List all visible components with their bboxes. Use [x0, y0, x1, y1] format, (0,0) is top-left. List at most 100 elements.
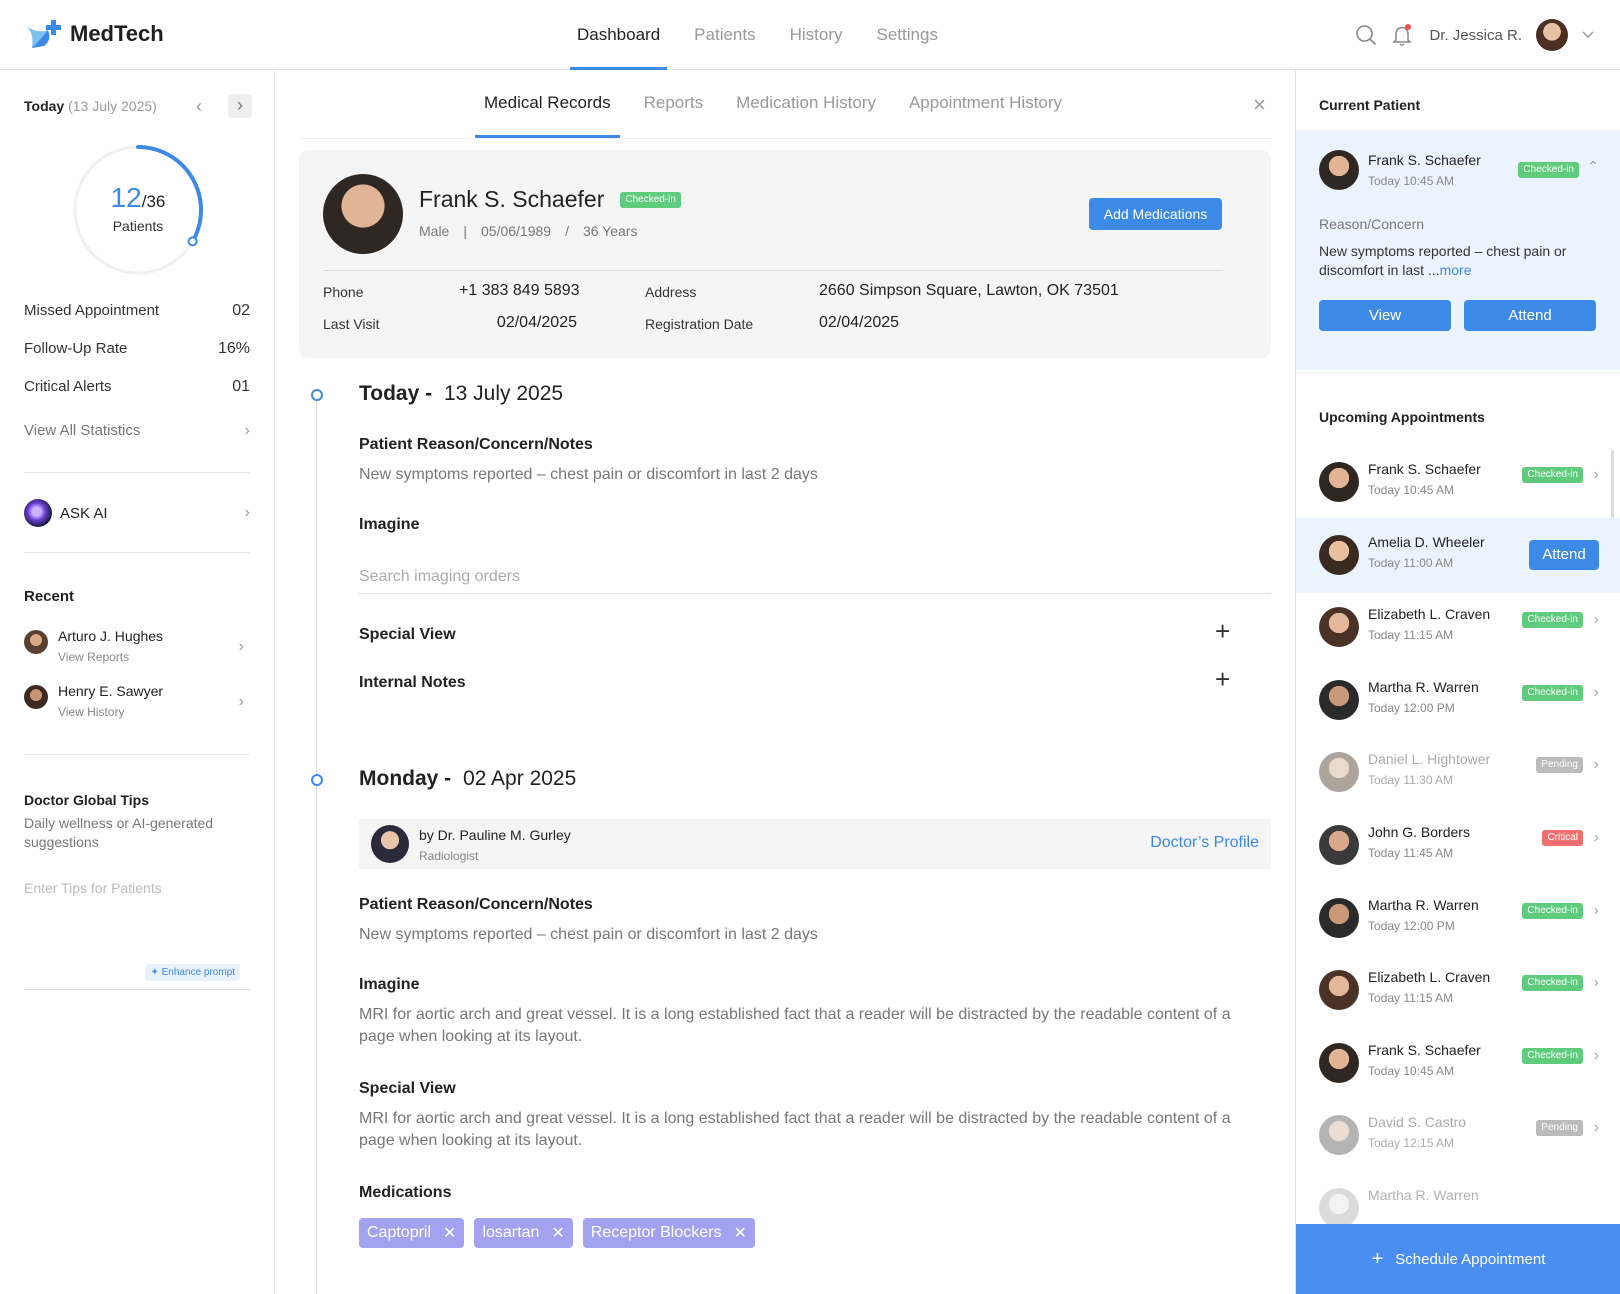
appointment-name: David S. Castro	[1368, 1114, 1467, 1131]
status-badge: Critical	[1542, 830, 1583, 846]
more-link[interactable]: more	[1440, 262, 1472, 278]
remove-icon[interactable]: ✕	[443, 1223, 456, 1243]
avatar	[1319, 462, 1359, 502]
avatar	[1319, 534, 1359, 575]
tips-title: Doctor Global Tips	[24, 792, 149, 808]
past-section-header: Monday - 02 Apr 2025	[359, 767, 576, 791]
view-button[interactable]: View	[1319, 300, 1451, 331]
appointment-row[interactable]: Frank S. Schaefer Today 10:45 AM Checked-i…	[1296, 445, 1620, 520]
avatar	[1319, 897, 1359, 938]
view-all-statistics-link[interactable]: View All Statistics ›	[24, 422, 250, 440]
appointment-row[interactable]: Amelia D. Wheeler Today 11:00 AM Attend	[1296, 517, 1620, 593]
patient-name-row: Frank S. Schaefer Checked-in	[419, 186, 681, 213]
enhance-label: Enhance prompt	[161, 967, 235, 978]
add-special-view-icon[interactable]: +	[1215, 618, 1230, 644]
medication-tag: Captopril ✕	[359, 1218, 465, 1248]
appointment-row[interactable]: Martha R. Warren Today 12:00 PM Checked-in…	[1296, 663, 1620, 738]
last-visit-label: Last Visit	[323, 316, 380, 332]
prev-day-icon[interactable]: ‹	[196, 96, 202, 117]
current-patient-title: Current Patient	[1319, 97, 1421, 113]
tab-appointment-history[interactable]: Appointment History	[900, 70, 1071, 138]
appointment-time: Today 11:15 AM	[1368, 991, 1454, 1006]
top-bar: MedTech Dashboard Patients History Setti…	[0, 0, 1620, 70]
next-day-icon[interactable]: ›	[228, 94, 252, 118]
medication-name: Captopril	[367, 1224, 432, 1241]
internal-notes-title: Internal Notes	[359, 674, 466, 691]
avatar	[1319, 1188, 1359, 1228]
close-icon[interactable]: ×	[1253, 92, 1266, 118]
reason-label: Reason/Concern	[1319, 216, 1425, 232]
record-tabs: Medical Records Reports Medication Histo…	[475, 70, 1086, 138]
attend-button[interactable]: Attend	[1464, 300, 1596, 331]
appointment-row[interactable]: Frank S. Schaefer Today 10:45 AM Checked-i…	[1296, 1026, 1620, 1101]
status-badge: Pending	[1536, 1120, 1583, 1137]
avatar	[24, 630, 48, 654]
section-day: Today -	[359, 382, 433, 405]
separator: |	[463, 223, 467, 239]
search-icon[interactable]	[1355, 24, 1377, 46]
appointment-row[interactable]: John G. Borders Today 11:45 AM Critical ›	[1296, 808, 1620, 883]
chevron-right-icon: ›	[1593, 901, 1599, 919]
timeline-dot	[311, 774, 323, 786]
doctor-profile-link[interactable]: Doctor’s Profile	[1150, 834, 1259, 852]
user-name[interactable]: Dr. Jessica R.	[1429, 27, 1522, 44]
chevron-right-icon: ›	[244, 422, 250, 439]
phone-label: Phone	[323, 284, 364, 300]
chevron-right-icon: ›	[238, 693, 244, 710]
avatar	[1319, 970, 1359, 1011]
phone-value: +1 383 849 5893	[459, 282, 580, 299]
tips-input[interactable]: Enter Tips for Patients ✦ Enhance prompt	[24, 872, 250, 990]
tab-medication-history[interactable]: Medication History	[727, 70, 885, 138]
avatar	[1319, 825, 1359, 865]
section-day: Monday -	[359, 767, 452, 790]
remove-icon[interactable]: ✕	[551, 1223, 564, 1243]
chevron-down-icon[interactable]	[1582, 31, 1594, 39]
nav-patients[interactable]: Patients	[677, 0, 772, 70]
ai-orb-icon	[24, 499, 52, 527]
schedule-appointment-button[interactable]: + Schedule Appointment	[1296, 1224, 1620, 1294]
avatar	[24, 685, 48, 709]
timeline-dot	[311, 389, 323, 401]
divider	[1296, 373, 1620, 374]
user-avatar[interactable]	[1536, 19, 1568, 51]
appointment-row[interactable]: Elizabeth L. Craven Today 11:15 AM Checked…	[1296, 953, 1620, 1028]
bell-icon[interactable]	[1391, 23, 1415, 47]
nav-dashboard[interactable]: Dashboard	[560, 0, 677, 70]
add-medications-button[interactable]: Add Medications	[1089, 198, 1222, 230]
tab-reports[interactable]: Reports	[635, 70, 713, 138]
avatar	[1319, 1115, 1359, 1156]
nav-settings[interactable]: Settings	[860, 0, 955, 70]
tab-medical-records[interactable]: Medical Records	[475, 70, 620, 138]
recent-item[interactable]: Henry E. Sawyer View History ›	[24, 681, 250, 725]
status-badge: Checked-in	[1522, 467, 1583, 483]
divider	[24, 754, 250, 755]
attend-button[interactable]: Attend	[1529, 539, 1599, 570]
appointment-row[interactable]: Elizabeth L. Craven Today 11:15 AM Checked…	[1296, 590, 1620, 665]
patient-demographics: Male | 05/06/1989 / 36 Years	[419, 223, 637, 239]
medication-name: losartan	[482, 1224, 540, 1241]
chevron-right-icon: ›	[244, 504, 250, 521]
chevron-up-icon[interactable]: ⌃	[1587, 158, 1599, 175]
logo[interactable]: MedTech	[24, 18, 164, 50]
appointment-name: Daniel L. Hightower	[1368, 751, 1491, 768]
chevron-right-icon: ›	[1593, 1046, 1599, 1064]
medication-name: Receptor Blockers	[590, 1224, 722, 1241]
appointment-row[interactable]: Martha R. Warren Today 12:00 PM Checked-in…	[1296, 881, 1620, 956]
remove-icon[interactable]: ✕	[733, 1223, 746, 1243]
reason-title: Patient Reason/Concern/Notes	[359, 436, 593, 453]
imaging-search-input[interactable]: Search imaging orders	[359, 554, 1271, 594]
recent-title: Recent	[24, 588, 75, 605]
stat-missed-appointment: Missed Appointment 02	[24, 302, 250, 320]
divider	[24, 472, 250, 473]
address-value: 2660 Simpson Square, Lawton, OK 73501	[819, 282, 1119, 299]
recent-item[interactable]: Arturo J. Hughes View Reports ›	[24, 626, 250, 670]
stat-value: 01	[232, 378, 250, 395]
nav-history[interactable]: History	[773, 0, 860, 70]
appointment-time: Today 11:30 AM	[1368, 773, 1454, 788]
enhance-prompt-button[interactable]: ✦ Enhance prompt	[145, 964, 240, 981]
sparkle-icon: ✦	[150, 967, 162, 978]
ask-ai-button[interactable]: ASK AI ›	[24, 498, 250, 528]
add-internal-notes-icon[interactable]: +	[1215, 666, 1230, 692]
appointment-row[interactable]: Daniel L. Hightower Today 11:30 AM Pending…	[1296, 735, 1620, 810]
appointment-row[interactable]: David S. Castro Today 12:15 AM Pending ›	[1296, 1098, 1620, 1173]
